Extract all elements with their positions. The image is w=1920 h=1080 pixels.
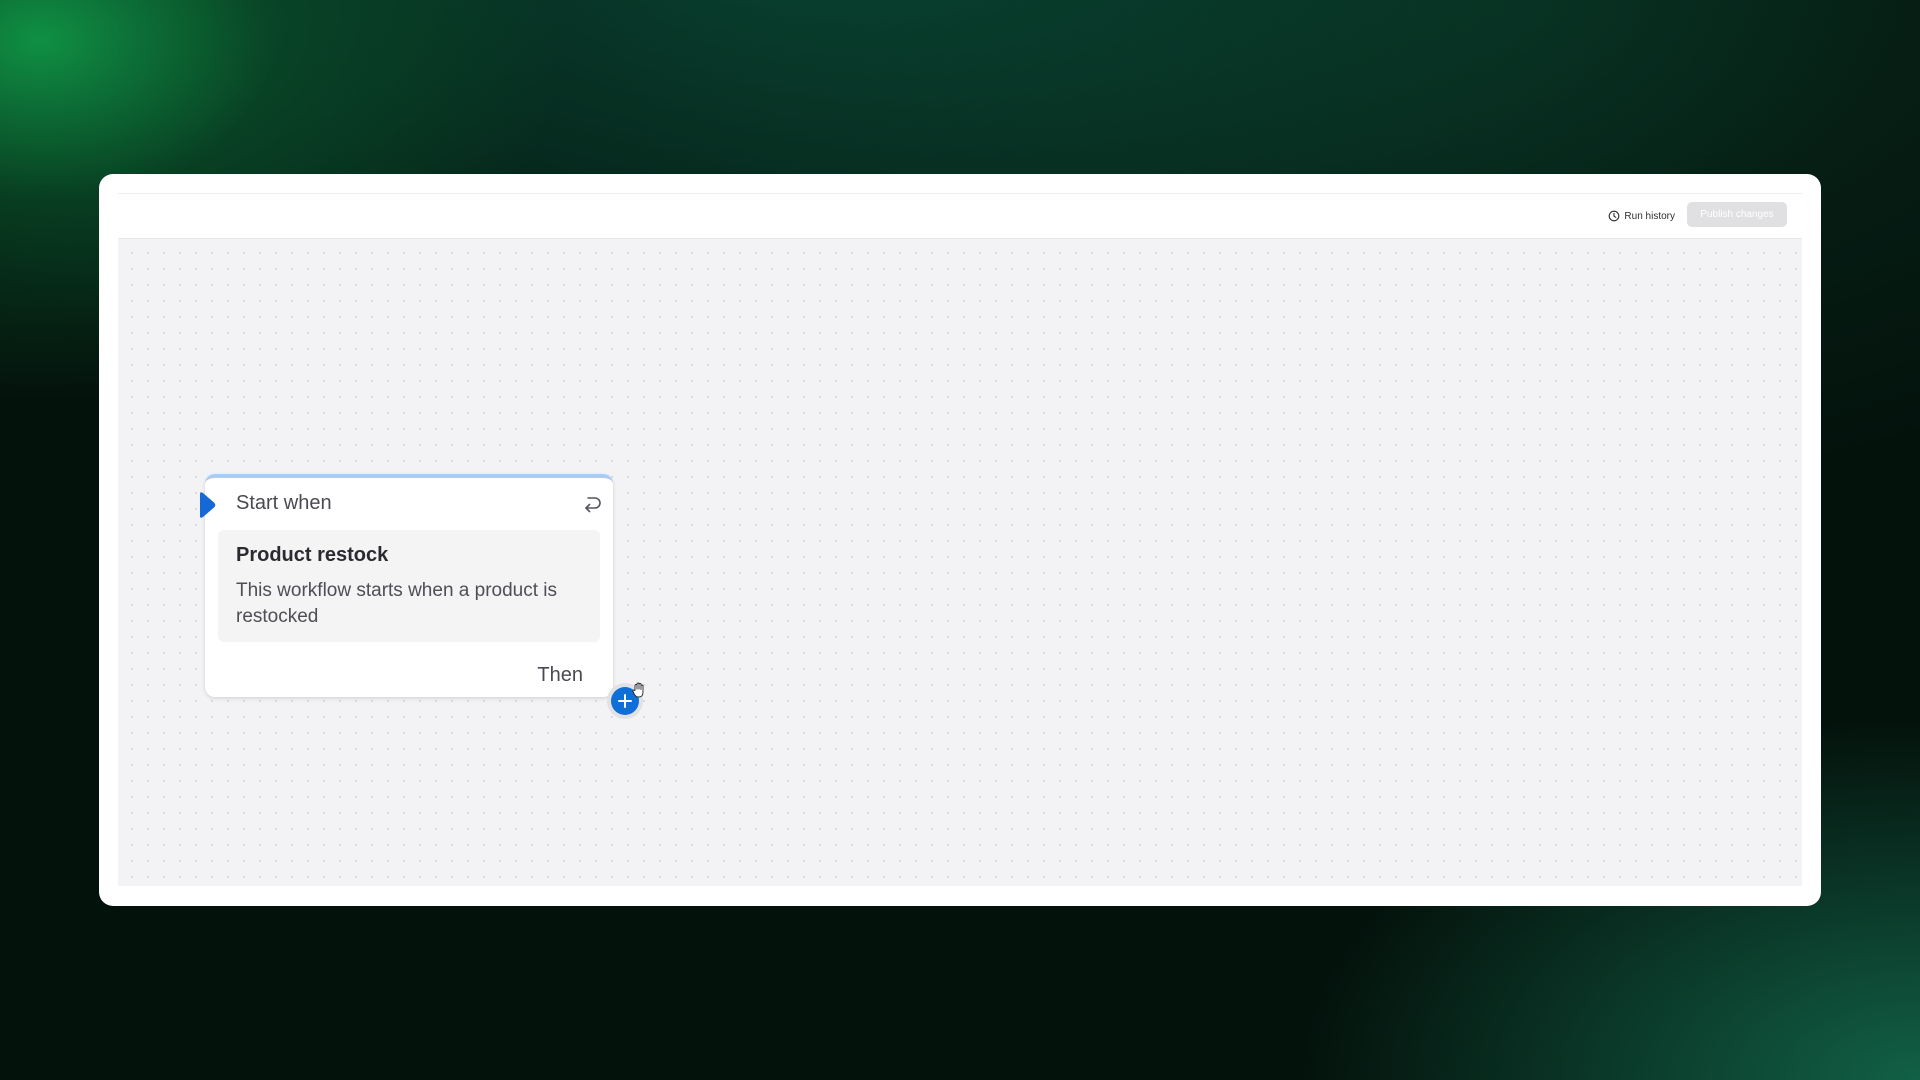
clock-icon bbox=[1609, 210, 1620, 222]
app-window: Run history Publish changes Start when P… bbox=[99, 174, 1821, 906]
toolbar: Run history Publish changes bbox=[118, 194, 1802, 239]
trigger-details[interactable]: Product restock This workflow starts whe… bbox=[218, 530, 600, 642]
workflow-canvas[interactable]: Start when Product restock This workflow… bbox=[118, 239, 1802, 886]
play-icon bbox=[200, 492, 216, 518]
trigger-title: Product restock bbox=[236, 544, 389, 566]
hand-cursor-icon bbox=[632, 682, 644, 698]
run-history-button[interactable]: Run history bbox=[1608, 206, 1675, 226]
trigger-header-label: Start when bbox=[236, 492, 332, 514]
publish-changes-button[interactable]: Publish changes bbox=[1687, 202, 1787, 227]
then-label: Then bbox=[537, 664, 583, 686]
trigger-card[interactable]: Start when Product restock This workflow… bbox=[200, 474, 613, 697]
trigger-description: This workflow starts when a product is r… bbox=[236, 580, 558, 627]
run-history-label: Run history bbox=[1624, 210, 1675, 222]
switch-trigger-icon[interactable] bbox=[581, 492, 603, 514]
